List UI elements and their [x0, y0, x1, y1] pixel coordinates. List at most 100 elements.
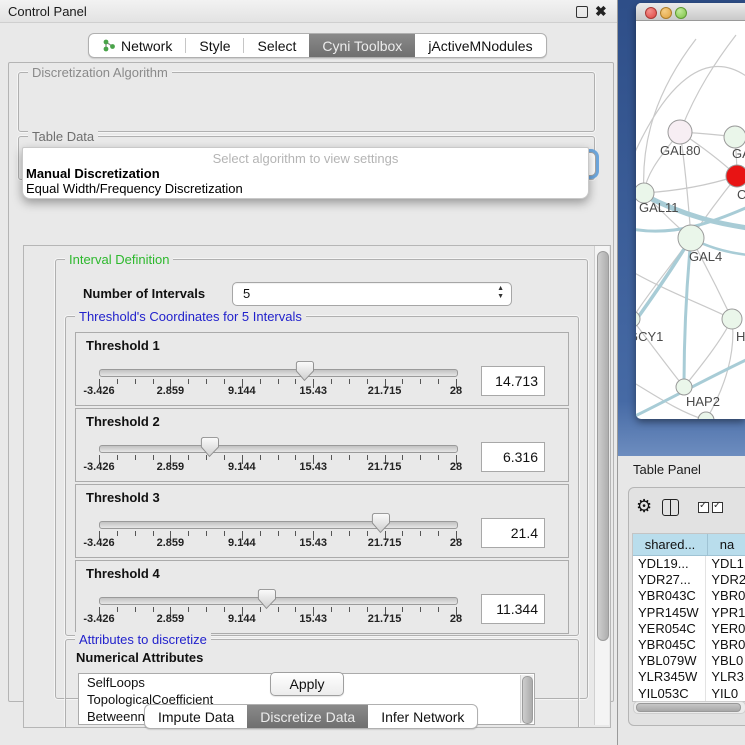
- table-row[interactable]: YBR045CYBR0: [633, 637, 745, 653]
- network-edge[interactable]: [636, 238, 691, 327]
- threshold-label: Threshold 1: [86, 338, 160, 353]
- slider-thumb[interactable]: [199, 436, 221, 459]
- network-node-gal80[interactable]: [668, 120, 692, 144]
- tab-label: Impute Data: [158, 709, 234, 725]
- slider-minor-tick: [153, 531, 154, 536]
- table-horizontal-scrollbar[interactable]: [633, 701, 745, 714]
- network-graph-canvas[interactable]: GAL80GACGAL11GAL4GCY1HHAP2: [636, 21, 745, 419]
- slider-track[interactable]: [99, 445, 458, 453]
- cell-name[interactable]: YDL1: [706, 556, 745, 572]
- slider-minor-tick: [135, 455, 136, 460]
- cell-shared-name[interactable]: YBR043C: [633, 588, 706, 604]
- cell-name[interactable]: YER0: [706, 621, 745, 637]
- slider-minor-tick: [349, 531, 350, 536]
- slider-track[interactable]: [99, 597, 458, 605]
- number-of-intervals-combobox[interactable]: 5 ▲▼: [232, 282, 512, 306]
- column-header-name[interactable]: na: [708, 534, 745, 555]
- table-row[interactable]: YBR043CYBR0: [633, 588, 745, 604]
- slider-thumb[interactable]: [370, 512, 392, 535]
- cell-name[interactable]: YPR1: [706, 605, 745, 621]
- close-traffic-light-icon[interactable]: [645, 7, 657, 19]
- tab-network[interactable]: Network: [89, 34, 185, 57]
- dropdown-placeholder-item[interactable]: Select algorithm to view settings: [23, 151, 588, 166]
- slider-track[interactable]: [99, 521, 458, 529]
- slider-tick-label: 15.43: [283, 537, 343, 549]
- slider-minor-tick: [402, 531, 403, 536]
- slider-minor-tick: [295, 607, 296, 612]
- cell-name[interactable]: YBR0: [706, 637, 745, 653]
- cell-name[interactable]: YLR3: [706, 669, 745, 685]
- table-row[interactable]: YDL19...YDL1: [633, 556, 745, 572]
- cell-name[interactable]: YIL0: [706, 686, 745, 702]
- network-edge[interactable]: [644, 176, 737, 193]
- table-row[interactable]: YIL053CYIL0: [633, 686, 745, 702]
- threshold-value-field[interactable]: 6.316: [481, 442, 545, 472]
- threshold-value-field[interactable]: 11.344: [481, 594, 545, 624]
- float-window-icon[interactable]: [576, 6, 588, 18]
- network-node-label: HAP2: [686, 394, 720, 409]
- network-node[interactable]: [698, 412, 714, 419]
- slider-thumb[interactable]: [294, 360, 316, 383]
- cell-shared-name[interactable]: YDL19...: [633, 556, 706, 572]
- threshold-value-field[interactable]: 14.713: [481, 366, 545, 396]
- slider-thumb[interactable]: [256, 588, 278, 611]
- cell-shared-name[interactable]: YER054C: [633, 621, 706, 637]
- checkbox-icon[interactable]: [698, 502, 709, 513]
- gear-icon[interactable]: ⚙: [636, 496, 652, 517]
- scrollbar-thumb[interactable]: [597, 251, 609, 641]
- cell-shared-name[interactable]: YPR145W: [633, 605, 706, 621]
- tab-select[interactable]: Select: [244, 34, 309, 57]
- cell-shared-name[interactable]: YIL053C: [633, 686, 706, 702]
- slider-track[interactable]: [99, 369, 458, 377]
- scrollbar-thumb[interactable]: [522, 676, 533, 724]
- tab-impute-data[interactable]: Impute Data: [145, 705, 247, 728]
- tab-infer-network[interactable]: Infer Network: [368, 705, 477, 728]
- table-row[interactable]: YPR145WYPR1: [633, 605, 745, 621]
- table-row[interactable]: YER054CYER0: [633, 621, 745, 637]
- apply-button[interactable]: Apply: [270, 672, 344, 696]
- slider-minor-tick: [402, 607, 403, 612]
- network-node-gal4[interactable]: [678, 225, 704, 251]
- network-view-window[interactable]: GAL80GACGAL11GAL4GCY1HHAP2: [636, 3, 745, 419]
- network-window-titlebar[interactable]: [636, 3, 745, 21]
- dropdown-item-manual-discretization[interactable]: Manual Discretization: [26, 166, 160, 181]
- scrollbar-thumb[interactable]: [636, 703, 741, 712]
- cell-shared-name[interactable]: YBL079W: [633, 653, 706, 669]
- network-node-h[interactable]: [722, 309, 742, 329]
- threshold-value-field[interactable]: 21.4: [481, 518, 545, 548]
- list-scrollbar[interactable]: [520, 675, 533, 723]
- slider-minor-tick: [420, 607, 421, 612]
- network-edge[interactable]: [636, 271, 732, 319]
- tab-cyni-toolbox[interactable]: Cyni Toolbox: [309, 34, 415, 57]
- cell-name[interactable]: YBL0: [706, 653, 745, 669]
- table-data-group-title: Table Data: [28, 129, 98, 144]
- dropdown-item-equal-width[interactable]: Equal Width/Frequency Discretization: [26, 181, 243, 196]
- cell-name[interactable]: YBR0: [706, 588, 745, 604]
- table-row[interactable]: YBL079WYBL0: [633, 653, 745, 669]
- panel-scrollbar[interactable]: [594, 246, 609, 725]
- network-node-c[interactable]: [726, 165, 745, 187]
- network-node-hap2[interactable]: [676, 379, 692, 395]
- split-columns-icon[interactable]: [662, 499, 679, 516]
- slider-minor-tick: [260, 531, 261, 536]
- slider-tick-label: 21.715: [355, 385, 415, 397]
- tab-style[interactable]: Style: [186, 34, 243, 57]
- tab-discretize-data[interactable]: Discretize Data: [247, 705, 368, 728]
- checkbox-icon[interactable]: [712, 502, 723, 513]
- network-node-ga[interactable]: [724, 126, 745, 148]
- column-header-shared-name[interactable]: shared...: [633, 534, 708, 555]
- close-icon[interactable]: ✖: [595, 3, 607, 20]
- network-edge[interactable]: [684, 319, 732, 387]
- network-icon: [102, 38, 116, 53]
- table-row[interactable]: YDR27...YDR2: [633, 572, 745, 588]
- cell-shared-name[interactable]: YLR345W: [633, 669, 706, 685]
- tab-jactivemnodules[interactable]: jActiveMNodules: [415, 34, 545, 57]
- minimize-traffic-light-icon[interactable]: [660, 7, 672, 19]
- table-row[interactable]: YLR345WYLR3: [633, 669, 745, 685]
- zoom-traffic-light-icon[interactable]: [675, 7, 687, 19]
- combo-arrows-icon: ▲▼: [497, 285, 504, 301]
- cell-shared-name[interactable]: YDR27...: [633, 572, 706, 588]
- cell-name[interactable]: YDR2: [706, 572, 745, 588]
- node-attribute-table[interactable]: shared... na YDL19...YDL1YDR27...YDR2YBR…: [632, 533, 745, 702]
- cell-shared-name[interactable]: YBR045C: [633, 637, 706, 653]
